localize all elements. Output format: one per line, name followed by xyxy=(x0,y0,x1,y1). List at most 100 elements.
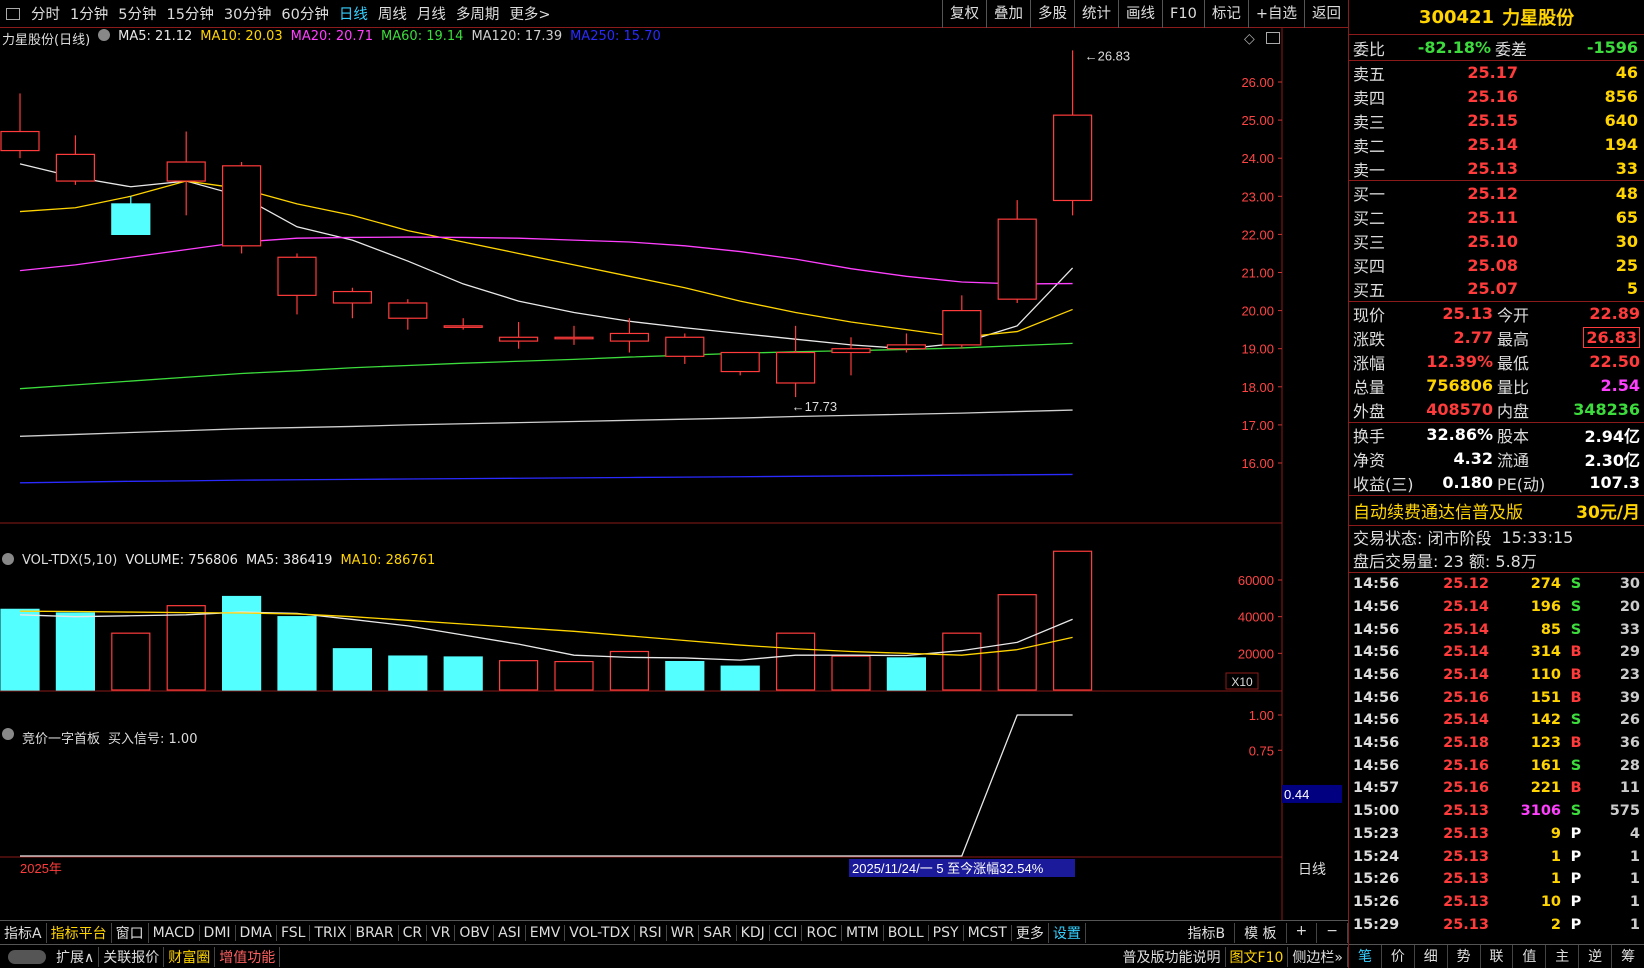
period-tab[interactable]: 月线 xyxy=(412,3,451,24)
right-tab[interactable]: 笔 xyxy=(1349,945,1382,968)
tool-button[interactable]: 统计 xyxy=(1074,0,1118,28)
indicator-right-button[interactable]: + xyxy=(1287,922,1318,943)
indicator-tab[interactable]: 指标A xyxy=(0,922,47,943)
bottom-right-link[interactable]: 侧边栏» xyxy=(1288,946,1348,967)
candle-body xyxy=(665,336,705,357)
tick-row: 15:29 25.13 2 P 1 xyxy=(1349,913,1644,936)
indicator-tab[interactable]: MACD xyxy=(149,924,200,941)
indicator-tab[interactable]: FSL xyxy=(277,924,311,941)
indicator-right-button[interactable]: 指标B xyxy=(1178,922,1236,943)
right-tab[interactable]: 联 xyxy=(1481,945,1514,968)
tick-time: 14:56 xyxy=(1353,621,1400,638)
indicator-tab[interactable]: CR xyxy=(399,924,428,941)
right-tab[interactable]: 主 xyxy=(1546,945,1580,968)
indicator-tab[interactable]: KDJ xyxy=(737,924,770,941)
tick-price: 25.13 xyxy=(1443,893,1489,910)
period-tab[interactable]: 分时 xyxy=(26,3,65,24)
stat-value2: 22.89 xyxy=(1589,304,1640,324)
book-row: 买五 25.07 5 xyxy=(1349,277,1644,301)
indicator-right-button[interactable]: 模 板 xyxy=(1235,922,1287,943)
tick-price: 25.13 xyxy=(1443,803,1489,820)
bottom-link[interactable]: 扩展∧ xyxy=(52,946,100,967)
tool-button[interactable]: 标记 xyxy=(1203,0,1248,28)
indicator-tab[interactable]: SAR xyxy=(699,924,737,941)
tick-time: 14:56 xyxy=(1353,598,1400,615)
bottom-right-link[interactable]: 普及版功能说明 xyxy=(1119,946,1226,967)
book-price: 25.16 xyxy=(1467,87,1518,107)
right-tab[interactable]: 势 xyxy=(1448,945,1481,968)
tool-button[interactable]: 返回 xyxy=(1304,0,1348,28)
chart-area[interactable]: 16.00 17.00 18.00 19.00 20.00 21.00 22.00 23.00… xyxy=(0,28,1348,920)
indicator-tab[interactable]: OBV xyxy=(455,924,495,941)
promo-banner[interactable]: 自动续费通达信普及版 30元/月 xyxy=(1349,494,1644,525)
period-tab[interactable]: 1分钟 xyxy=(65,3,113,24)
period-tab[interactable]: 15分钟 xyxy=(161,3,218,24)
period-tab[interactable]: 60分钟 xyxy=(276,3,333,24)
tick-volume: 142 xyxy=(1530,712,1561,729)
tick-volume: 1 xyxy=(1550,871,1561,888)
indicator-tab[interactable]: TRIX xyxy=(310,924,352,941)
tick-volume: 1 xyxy=(1550,848,1561,865)
indicator-tab[interactable]: BRAR xyxy=(351,924,399,941)
right-tab[interactable]: 价 xyxy=(1382,945,1415,968)
indicator-tab[interactable]: 指标平台 xyxy=(47,922,112,943)
right-tab[interactable]: 逆 xyxy=(1579,945,1613,968)
after-hours: 盘后交易量: 23 额: 5.8万 xyxy=(1349,549,1644,572)
tool-button[interactable]: 画线 xyxy=(1118,0,1162,28)
indicator-tab[interactable]: RSI xyxy=(635,924,667,941)
tick-list[interactable]: 14:56 25.12 274 S 30 14:56 25.14 196 S 20 14:56 25.… xyxy=(1349,571,1644,936)
candle-body xyxy=(720,351,760,373)
tool-button[interactable]: 叠加 xyxy=(986,0,1030,28)
period-tab[interactable]: 5分钟 xyxy=(113,3,161,24)
candle-body xyxy=(831,348,871,354)
period-tab[interactable]: 多周期 xyxy=(451,3,505,24)
indicator-tab[interactable]: MTM xyxy=(842,924,884,941)
tick-volume: 161 xyxy=(1530,757,1561,774)
tool-button[interactable]: 复权 xyxy=(942,0,986,28)
tick-count: 28 xyxy=(1619,757,1640,774)
book-label: 卖三 xyxy=(1353,112,1386,132)
indicator-tab[interactable]: CCI xyxy=(770,924,803,941)
indicator-tab[interactable]: ASI xyxy=(494,924,526,941)
bottom-link[interactable]: 增值功能 xyxy=(215,946,281,967)
period-tab[interactable]: 30分钟 xyxy=(219,3,276,24)
weidiff-label: 委差 xyxy=(1495,39,1528,59)
indicator-tab[interactable]: 设置 xyxy=(1049,922,1086,943)
indicator-tab[interactable]: PSY xyxy=(929,924,964,941)
tool-button[interactable]: +自选 xyxy=(1247,0,1304,28)
indicator-tab[interactable]: EMV xyxy=(526,924,566,941)
period-tab[interactable]: 日线 xyxy=(334,3,373,24)
ind-tick-label: 1.00 xyxy=(1249,708,1274,723)
toggle-switch[interactable] xyxy=(8,949,46,964)
tick-direction: S xyxy=(1570,803,1582,820)
tick-volume: 221 xyxy=(1530,780,1561,797)
tool-button[interactable]: 多股 xyxy=(1030,0,1074,28)
tool-button[interactable]: F10 xyxy=(1162,0,1204,28)
stat-label: 涨幅 xyxy=(1353,353,1386,373)
menu-icon[interactable] xyxy=(6,7,20,20)
indicator-tab[interactable]: WR xyxy=(667,924,700,941)
bottom-link[interactable]: 财富圈 xyxy=(164,946,216,967)
right-tab[interactable]: 筹 xyxy=(1612,945,1644,968)
indicator-tab[interactable]: 窗口 xyxy=(112,922,149,943)
indicator-tab[interactable]: VR xyxy=(427,924,456,941)
indicator-tab[interactable]: VOL-TDX xyxy=(565,924,635,941)
indicator-tab[interactable]: BOLL xyxy=(884,924,929,941)
stat-label2: 最高 xyxy=(1497,329,1530,349)
period-tab[interactable]: 更多> xyxy=(504,3,555,24)
right-tab[interactable]: 值 xyxy=(1513,945,1547,968)
indicator-tab[interactable]: DMA xyxy=(236,924,277,941)
right-tools: 复权 叠加 多股 统计 画线 F10 标记 +自选 返回 xyxy=(942,0,1348,28)
tick-count: 36 xyxy=(1619,735,1640,752)
indicator-tab[interactable]: ROC xyxy=(802,924,842,941)
indicator-tab[interactable]: DMI xyxy=(200,924,236,941)
indicator-right-button[interactable]: − xyxy=(1317,922,1348,943)
indicator-tab[interactable]: 更多 xyxy=(1012,922,1049,943)
bottom-right-link[interactable]: 图文F10 xyxy=(1226,946,1289,967)
indicator-tab[interactable]: MCST xyxy=(964,924,1012,941)
right-tab[interactable]: 细 xyxy=(1415,945,1448,968)
bottom-link[interactable]: 关联报价 xyxy=(99,946,165,967)
trade-time: 15:33:15 xyxy=(1501,527,1574,547)
period-tab[interactable]: 周线 xyxy=(373,3,412,24)
stock-name: 力星股份 xyxy=(1502,8,1575,29)
